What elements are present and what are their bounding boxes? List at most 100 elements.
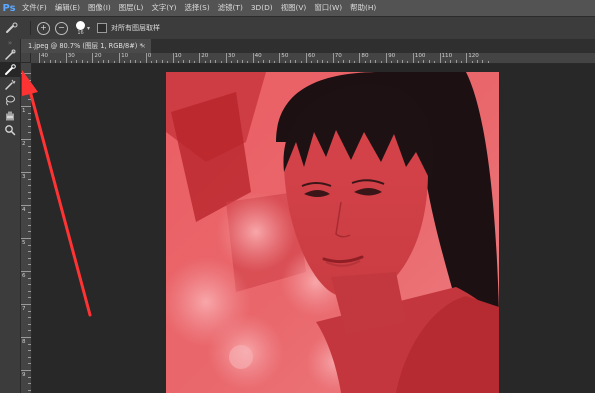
refine-brush-tool-icon[interactable] xyxy=(0,77,20,92)
ruler-minor-tick xyxy=(396,60,398,63)
document-tab-bar: 1.jpeg @ 80.7% (图层 1, RGB/8#) * × xyxy=(21,39,595,53)
ruler-major-tick xyxy=(172,53,174,63)
canvas-image-quickmask[interactable] xyxy=(166,72,499,393)
ruler-label: 70 xyxy=(334,53,342,59)
chevron-down-icon[interactable]: ▾ xyxy=(87,25,90,32)
ruler-label: 10 xyxy=(174,53,182,59)
menu-help[interactable]: 帮助(H) xyxy=(346,0,380,16)
menu-select[interactable]: 选择(S) xyxy=(181,0,214,16)
ruler-minor-tick xyxy=(28,86,31,88)
ruler-major-tick xyxy=(21,73,31,74)
ruler-major-tick xyxy=(21,370,31,371)
lasso-tool-icon[interactable] xyxy=(0,92,20,107)
ruler-label: 10 xyxy=(121,53,129,59)
ruler-minor-tick xyxy=(434,61,436,63)
ruler-label: 30 xyxy=(227,53,236,59)
ruler-minor-tick xyxy=(28,376,31,378)
ruler-minor-tick xyxy=(28,330,31,332)
ruler-minor-tick xyxy=(247,61,249,63)
hand-tool-icon[interactable] xyxy=(0,107,20,122)
photoshop-logo[interactable]: Ps xyxy=(0,0,18,16)
ruler-label: 9 xyxy=(22,372,26,378)
panel-grip-icon[interactable]: » xyxy=(0,39,20,47)
ruler-minor-tick xyxy=(423,60,425,63)
menu-filter[interactable]: 滤镜(T) xyxy=(214,0,247,16)
ruler-label: 0 xyxy=(147,53,152,59)
menu-file[interactable]: 文件(F) xyxy=(18,0,51,16)
ruler-label: 120 xyxy=(468,53,479,59)
ruler-major-tick xyxy=(65,53,67,63)
sample-all-layers-checkbox[interactable] xyxy=(97,23,108,33)
ruler-label: 7 xyxy=(22,306,26,312)
vertical-ruler[interactable]: 0 1 2 3 4 5 6 7 8 9 xyxy=(21,63,32,393)
ruler-label: 1 xyxy=(22,108,26,114)
ruler-minor-tick xyxy=(241,60,243,63)
ruler-minor-tick xyxy=(322,60,324,63)
document-tab[interactable]: 1.jpeg @ 80.7% (图层 1, RGB/8#) * × xyxy=(21,39,151,53)
ruler-minor-tick xyxy=(71,61,73,63)
horizontal-ruler[interactable]: 40 30 20 10 0 10 20 30 40 50 60 70 80 90 100 110 120 xyxy=(31,53,595,64)
ruler-minor-tick xyxy=(28,191,31,193)
ruler-minor-tick xyxy=(87,61,89,63)
ruler-label: 5 xyxy=(22,240,26,246)
menu-view[interactable]: 视图(V) xyxy=(277,0,311,16)
add-to-selection-button[interactable]: + xyxy=(37,21,50,35)
ruler-label: 8 xyxy=(22,339,26,345)
zoom-tool-icon[interactable] xyxy=(0,122,20,137)
ruler-major-tick xyxy=(225,53,227,63)
menu-image[interactable]: 图像(I) xyxy=(84,0,115,16)
brush-tool-icon[interactable] xyxy=(0,47,20,62)
ruler-minor-tick xyxy=(215,60,217,63)
ruler-major-tick xyxy=(386,53,388,63)
ruler-origin[interactable] xyxy=(21,53,31,63)
ruler-major-tick xyxy=(279,53,281,63)
ruler-minor-tick xyxy=(28,178,31,180)
menu-layer[interactable]: 图层(L) xyxy=(115,0,148,16)
quick-selection-tool-icon[interactable] xyxy=(0,62,20,77)
subtract-from-selection-button[interactable]: − xyxy=(55,21,68,35)
brush-picker[interactable]: 16 xyxy=(76,20,85,36)
ruler-minor-tick xyxy=(28,310,31,312)
ruler-minor-tick xyxy=(28,145,31,147)
menu-edit[interactable]: 编辑(E) xyxy=(51,0,84,16)
ruler-minor-tick xyxy=(28,99,31,101)
ruler-minor-tick xyxy=(28,363,31,365)
ruler-minor-tick xyxy=(455,60,457,63)
ruler-minor-tick xyxy=(28,125,31,127)
ruler-minor-tick xyxy=(161,60,163,63)
ruler-major-tick xyxy=(21,205,31,206)
ruler-minor-tick xyxy=(28,79,31,81)
ruler-minor-tick xyxy=(300,61,302,63)
ruler-major-tick xyxy=(21,271,31,272)
ruler-minor-tick xyxy=(482,60,484,63)
menu-window[interactable]: 窗口(W) xyxy=(310,0,346,16)
document-tab-title: 1.jpeg @ 80.7% (图层 1, RGB/8#) * xyxy=(28,42,143,50)
ruler-minor-tick xyxy=(268,60,270,63)
ruler-minor-tick xyxy=(295,60,297,63)
ruler-minor-tick xyxy=(76,60,78,63)
ruler-major-tick xyxy=(21,337,31,338)
ruler-label: 3 xyxy=(22,174,26,180)
ruler-major-tick xyxy=(466,53,468,63)
ruler-minor-tick xyxy=(124,61,126,63)
ruler-minor-tick xyxy=(28,92,31,94)
menu-3d[interactable]: 3D(D) xyxy=(247,0,277,16)
ruler-minor-tick xyxy=(28,224,31,226)
ruler-label: 40 xyxy=(41,53,49,59)
close-icon[interactable]: × xyxy=(141,39,146,53)
ruler-major-tick xyxy=(21,238,31,239)
divider xyxy=(30,21,31,35)
ruler-minor-tick xyxy=(402,60,404,63)
ruler-label: 50 xyxy=(281,53,289,59)
ruler-minor-tick xyxy=(380,61,382,63)
ruler-major-tick xyxy=(306,53,307,63)
ruler-minor-tick xyxy=(49,60,51,63)
menu-type[interactable]: 文字(Y) xyxy=(147,0,180,16)
ruler-minor-tick xyxy=(204,61,206,63)
ruler-minor-tick xyxy=(28,383,31,385)
brush-tip-icon xyxy=(76,20,85,30)
ruler-minor-tick xyxy=(44,61,46,63)
ruler-minor-tick xyxy=(28,244,31,246)
quick-selection-tool-preset-icon[interactable] xyxy=(0,17,24,39)
ruler-minor-tick xyxy=(391,61,393,63)
